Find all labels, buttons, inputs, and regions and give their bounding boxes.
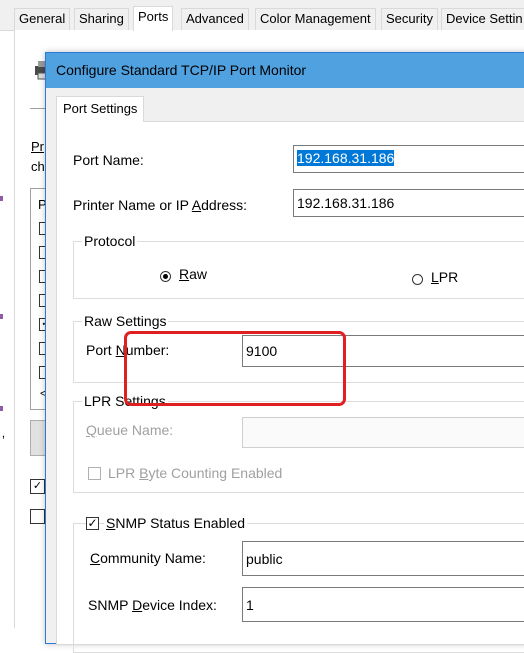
background-tab-strip: General Sharing Ports Advanced Color Man… — [0, 0, 524, 31]
raw-label[interactable]: Raw — [179, 266, 207, 282]
community-label-post: ommunity Name: — [100, 550, 206, 566]
port-number-label: Port Number: — [86, 342, 169, 358]
port-name-value: 192.168.31.186 — [297, 150, 395, 166]
tab-advanced[interactable]: Advanced — [181, 8, 249, 30]
printer-address-label: Printer Name or IP Address: — [73, 197, 247, 213]
port-settings-page: Port Name: 192.168.31.186 Printer Name o… — [56, 121, 524, 653]
port-name-input[interactable]: 192.168.31.186 — [293, 145, 524, 173]
lpr-settings-caption: LPR Settings — [82, 393, 168, 409]
tab-port-settings[interactable]: Port Settings — [56, 96, 145, 122]
ports-description-line-1: Pr — [31, 139, 44, 154]
lpr-radio[interactable] — [412, 274, 423, 285]
raw-label-accel: R — [179, 266, 190, 282]
protocol-group: Protocol Raw LPR — [73, 233, 524, 299]
lpr-byte-counting-label: LPR Byte Counting Enabled — [108, 465, 282, 481]
tab-general[interactable]: General — [14, 8, 71, 30]
configure-port-dialog: Configure Standard TCP/IP Port Monitor P… — [45, 52, 524, 653]
queue-name-label-accel: Q — [86, 422, 97, 438]
lpr-label[interactable]: LPR — [431, 269, 458, 285]
printer-address-label-post: ddress: — [201, 197, 248, 213]
raw-label-rest: aw — [189, 266, 208, 282]
lpr-label-rest: PR — [438, 269, 459, 285]
ports-description-line-2: ch — [31, 159, 45, 174]
byte-label-pre: LPR — [108, 465, 140, 481]
lpr-byte-counting-checkbox — [88, 467, 101, 480]
port-number-label-pre: Port — [86, 342, 116, 358]
port-number-label-post: umber: — [125, 342, 170, 358]
community-label-accel: C — [90, 550, 101, 566]
snmp-group: ✓ SNMP Status Enabled Community Name: pu… — [73, 515, 524, 653]
lpr-settings-group: LPR Settings Queue Name: LPR Byte Counti… — [73, 393, 524, 493]
dialog-title: Configure Standard TCP/IP Port Monitor — [56, 62, 307, 78]
raw-radio[interactable] — [160, 271, 171, 282]
edge-mark — [0, 406, 3, 411]
printer-address-label-pre: Printer Name or IP — [73, 197, 192, 213]
queue-name-label-post: ueue Name: — [96, 422, 174, 438]
bidirectional-checkbox[interactable]: ✓ — [30, 479, 45, 494]
device-label-pre: SNMP — [88, 597, 133, 613]
queue-name-input — [242, 417, 524, 448]
snmp-device-index-label: SNMP Device Index: — [88, 597, 217, 613]
tab-color-management[interactable]: Color Management — [255, 8, 376, 30]
edge-mark — [0, 196, 3, 201]
port-number-label-accel: N — [115, 342, 126, 358]
snmp-status-checkbox[interactable]: ✓ — [86, 517, 99, 530]
port-number-input[interactable]: 9100 — [242, 335, 524, 367]
snmp-label-post: NMP Status Enabled — [115, 515, 246, 531]
snmp-status-label[interactable]: SNMP Status Enabled — [104, 515, 248, 531]
lpr-label-accel: L — [431, 269, 439, 285]
community-name-label: Community Name: — [90, 550, 206, 566]
snmp-device-index-input[interactable]: 1 — [242, 587, 524, 622]
port-name-label: Port Name: — [73, 152, 144, 168]
edge-glyph: ‚ — [2, 425, 5, 440]
tab-device-settings[interactable]: Device Settin — [441, 8, 524, 30]
pooling-checkbox[interactable] — [30, 509, 45, 524]
snmp-label-accel: S — [106, 515, 116, 531]
dialog-titlebar[interactable]: Configure Standard TCP/IP Port Monitor — [46, 53, 524, 88]
device-label-accel: D — [132, 597, 143, 613]
tab-security[interactable]: Security — [381, 8, 438, 30]
tab-sharing[interactable]: Sharing — [74, 8, 129, 30]
raw-settings-caption: Raw Settings — [82, 313, 169, 329]
edge-mark — [0, 314, 3, 319]
byte-label-post: yte Counting Enabled — [148, 465, 283, 481]
printer-address-input[interactable]: 192.168.31.186 — [293, 189, 524, 217]
device-label-post: evice Index: — [142, 597, 217, 613]
queue-name-label: Queue Name: — [86, 422, 173, 438]
protocol-caption: Protocol — [82, 233, 138, 249]
tab-ports[interactable]: Ports — [133, 6, 174, 31]
printer-address-label-accel: A — [191, 197, 202, 213]
raw-settings-group: Raw Settings Port Number: 9100 — [73, 313, 524, 383]
community-name-input[interactable]: public — [242, 541, 524, 576]
